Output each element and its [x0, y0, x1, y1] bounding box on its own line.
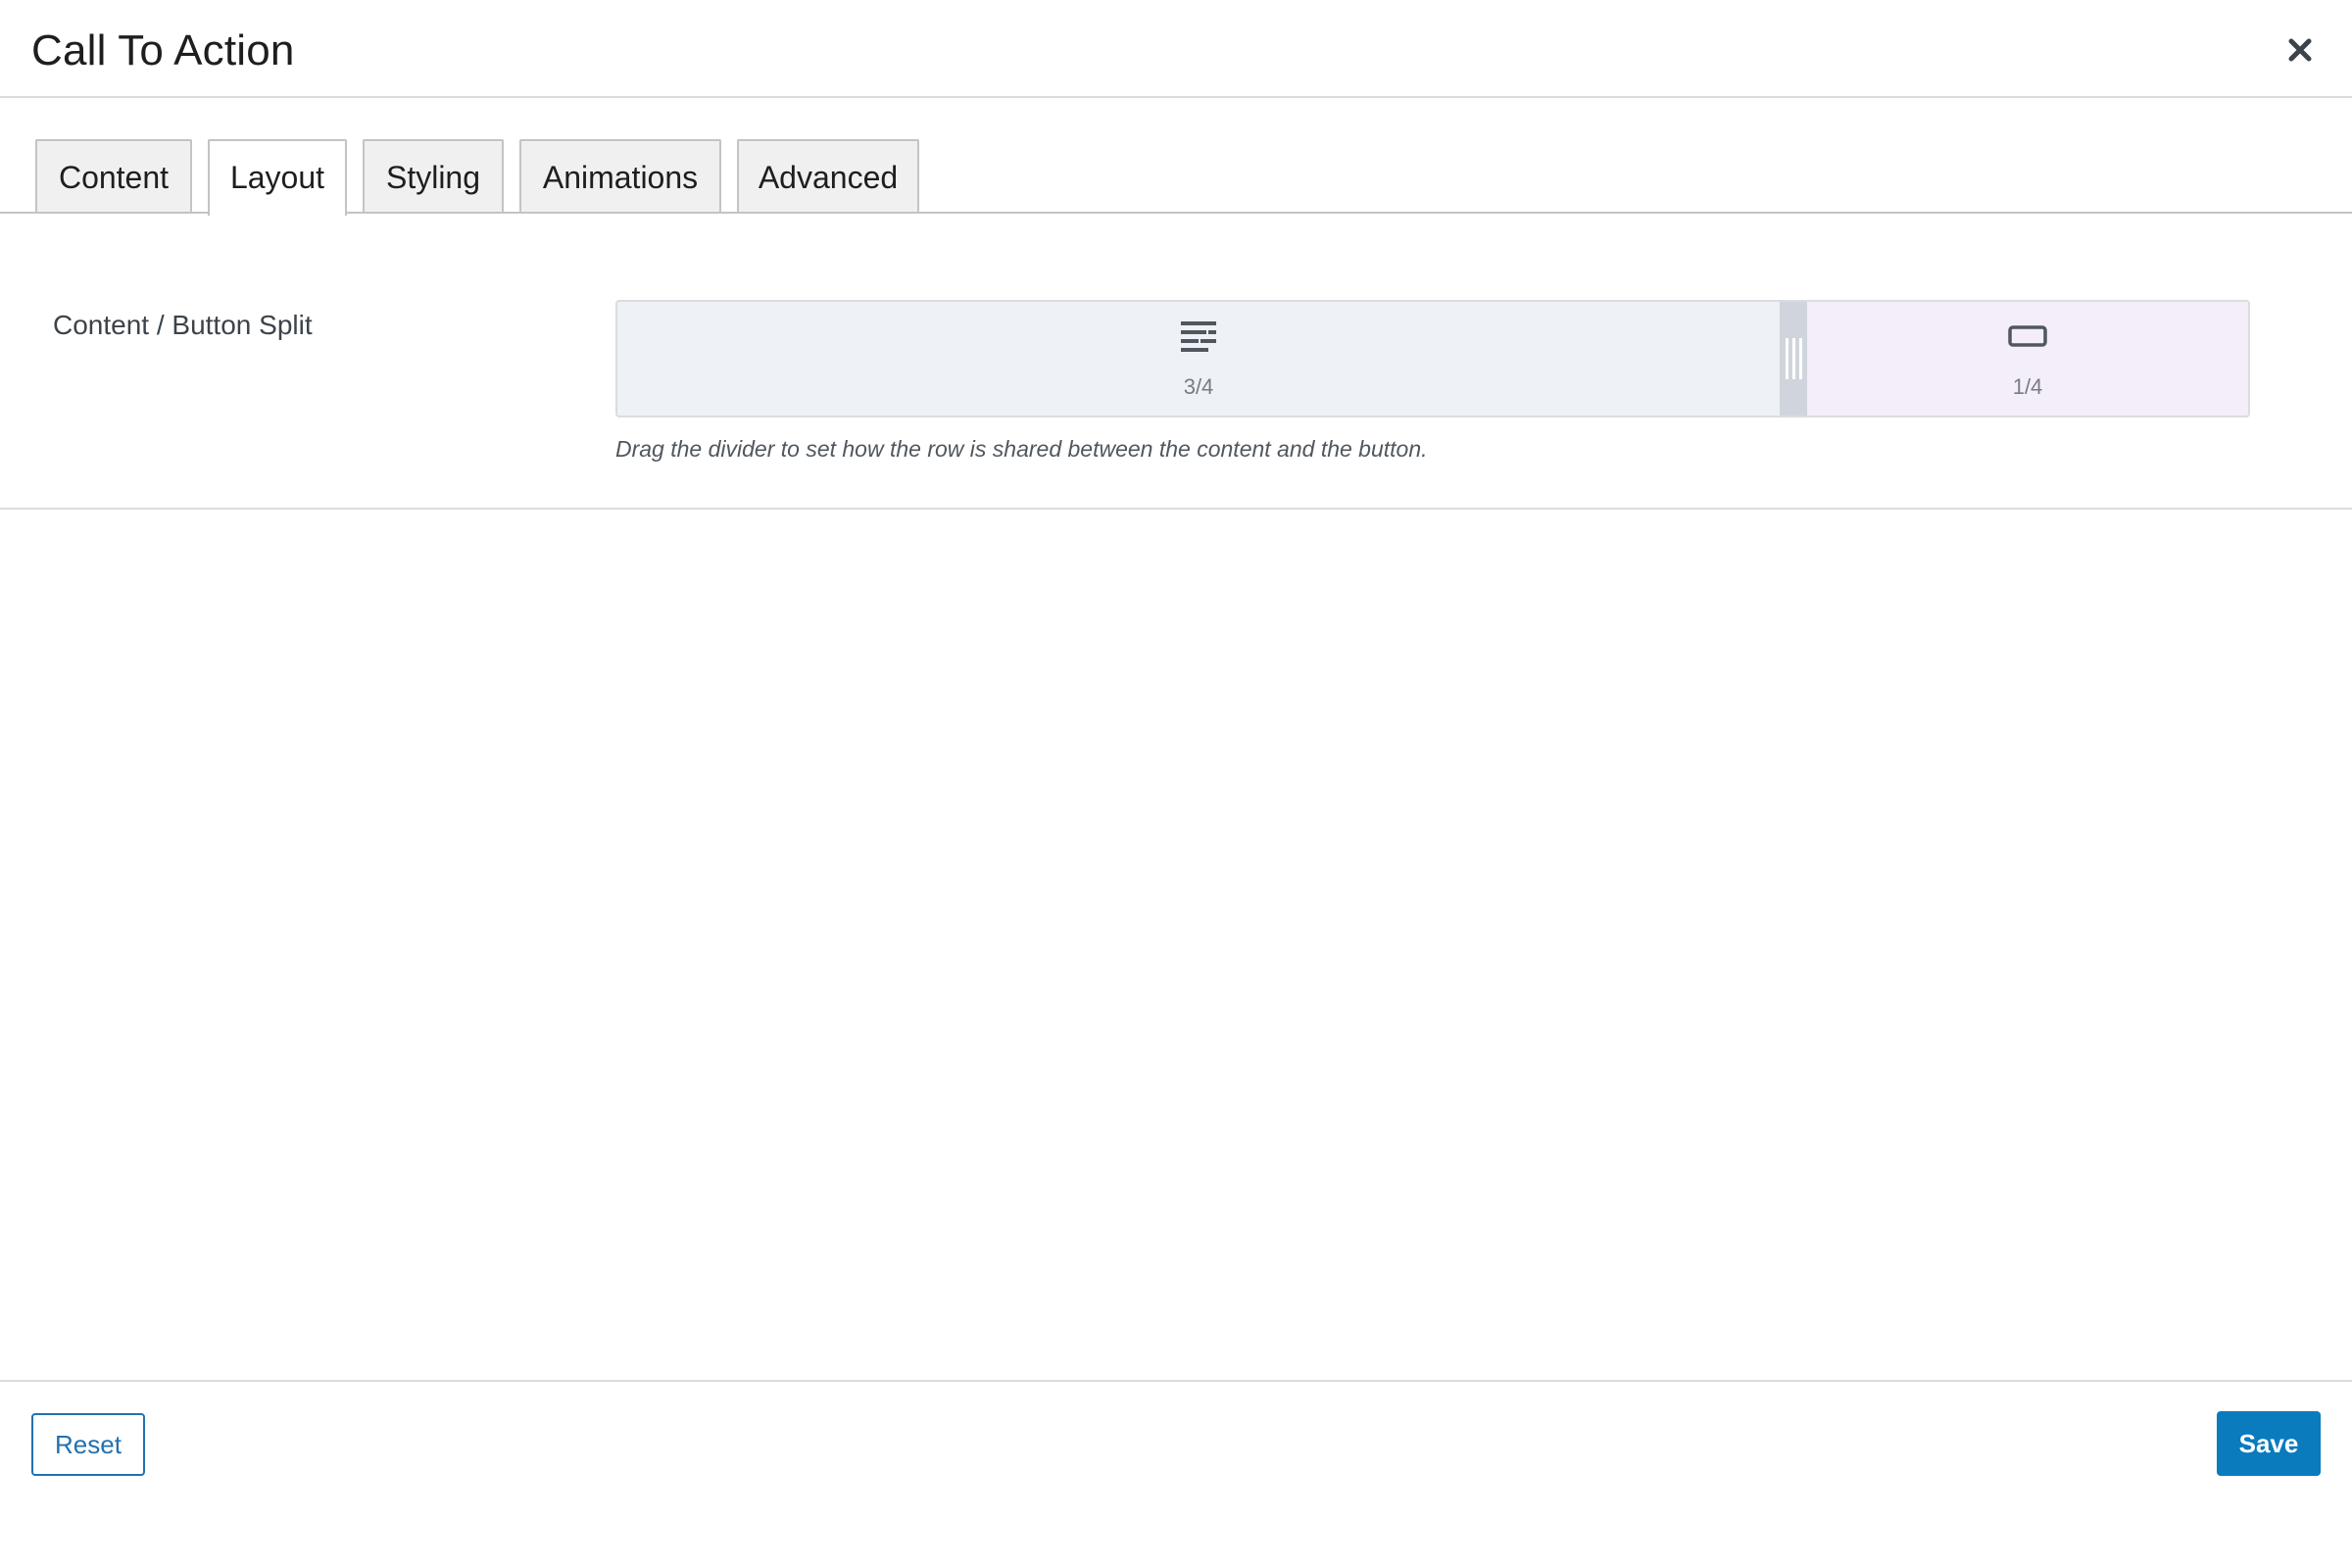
- call-to-action-dialog: Call To Action Content Layout Styling An…: [0, 0, 2352, 1568]
- content-part-value: 3/4: [1183, 374, 1214, 399]
- split-help-text: Drag the divider to set how the row is s…: [615, 436, 1428, 462]
- tab-animations[interactable]: Animations: [519, 139, 721, 212]
- button-icon: [2008, 325, 2047, 347]
- layout-settings-panel: Content / Button Split 3/4 1/4 Drag the …: [0, 214, 2352, 510]
- text-align-icon: [1181, 321, 1216, 352]
- content-button-split-control[interactable]: 3/4 1/4: [615, 300, 2250, 417]
- tab-content[interactable]: Content: [35, 139, 192, 212]
- split-divider-handle[interactable]: [1780, 302, 1807, 416]
- close-icon: [2288, 38, 2312, 62]
- dialog-title: Call To Action: [31, 26, 295, 74]
- dialog-header: Call To Action: [0, 0, 2352, 98]
- grip-icon: [1785, 338, 1802, 379]
- tab-bar: Content Layout Styling Animations Advanc…: [0, 137, 2352, 216]
- save-button[interactable]: Save: [2217, 1411, 2321, 1476]
- tab-layout[interactable]: Layout: [208, 139, 347, 216]
- close-button[interactable]: [2276, 25, 2325, 74]
- dialog-footer: Reset Save: [0, 1380, 2352, 1568]
- button-part[interactable]: 1/4: [1807, 302, 2248, 416]
- split-field-label: Content / Button Split: [53, 310, 313, 340]
- tab-advanced[interactable]: Advanced: [737, 139, 919, 212]
- tab-styling[interactable]: Styling: [363, 139, 504, 212]
- button-part-value: 1/4: [2012, 374, 2043, 399]
- reset-button[interactable]: Reset: [31, 1413, 145, 1476]
- content-part[interactable]: 3/4: [617, 302, 1780, 416]
